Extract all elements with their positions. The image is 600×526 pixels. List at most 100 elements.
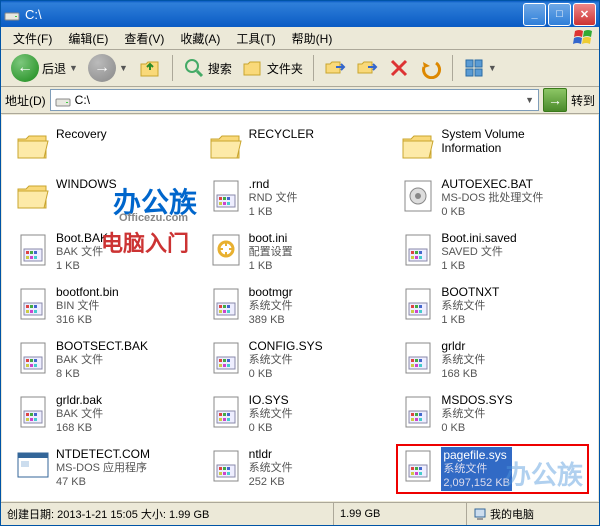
folders-button[interactable]: 文件夹 (238, 53, 307, 83)
menu-help[interactable]: 帮助(H) (284, 28, 341, 49)
file-item[interactable]: grldr.bakBAK 文件168 KB (11, 390, 204, 438)
file-item[interactable]: RECYCLER (204, 124, 397, 168)
file-icon (207, 285, 245, 323)
status-location: 我的电脑 (467, 503, 599, 525)
minimize-button[interactable]: _ (523, 3, 546, 26)
delete-button[interactable] (384, 53, 414, 83)
file-item[interactable]: IO.SYS系统文件0 KB (204, 390, 397, 438)
file-label: BOOTSECT.BAKBAK 文件8 KB (56, 339, 148, 381)
file-item[interactable]: WINDOWS (11, 174, 204, 222)
search-icon (183, 57, 205, 79)
chevron-down-icon: ▼ (488, 63, 497, 73)
views-icon (463, 57, 485, 79)
file-item[interactable]: bootfont.binBIN 文件316 KB (11, 282, 204, 330)
file-label: RECYCLER (249, 127, 314, 141)
file-icon (399, 447, 437, 485)
copy-to-icon (356, 57, 378, 79)
move-to-button[interactable] (320, 53, 350, 83)
drive-icon (55, 92, 71, 108)
back-icon: ← (11, 54, 39, 82)
address-path: C:\ (75, 93, 521, 107)
folder-icon (399, 127, 437, 165)
file-icon (14, 339, 52, 377)
file-icon (399, 339, 437, 377)
file-label: System Volume Information (441, 127, 586, 155)
file-label: Boot.BAKBAK 文件1 KB (56, 231, 108, 273)
file-item[interactable]: NTDETECT.COMMS-DOS 应用程序47 KB (11, 444, 204, 494)
file-list[interactable]: Recovery RECYCLER System Volume Informatio… (2, 115, 598, 501)
search-button[interactable]: 搜索 (179, 53, 236, 83)
up-button[interactable] (134, 53, 166, 83)
file-item[interactable]: pagefile.sys系统文件2,097,152 KB (396, 444, 589, 494)
file-label: AUTOEXEC.BATMS-DOS 批处理文件0 KB (441, 177, 543, 219)
file-item[interactable]: System Volume Information (396, 124, 589, 168)
file-icon (399, 177, 437, 215)
file-icon (14, 447, 52, 485)
file-item[interactable]: .rndRND 文件1 KB (204, 174, 397, 222)
file-icon (207, 231, 245, 269)
menu-favorites[interactable]: 收藏(A) (172, 28, 228, 49)
views-button[interactable]: ▼ (459, 53, 501, 83)
file-item[interactable]: MSDOS.SYS系统文件0 KB (396, 390, 589, 438)
file-label: grldr系统文件168 KB (441, 339, 485, 381)
file-label: pagefile.sys系统文件2,097,152 KB (441, 447, 512, 491)
undo-icon (420, 57, 442, 79)
statusbar: 创建日期: 2013-1-21 15:05 大小: 1.99 GB 1.99 G… (1, 502, 599, 525)
file-label: WINDOWS (56, 177, 117, 191)
address-field[interactable]: C:\ ▼ (50, 89, 539, 111)
titlebar: C:\ _ □ ✕ (1, 1, 599, 27)
menu-tools[interactable]: 工具(T) (228, 28, 283, 49)
file-label: bootfont.binBIN 文件316 KB (56, 285, 119, 327)
file-item[interactable]: bootmgr系统文件389 KB (204, 282, 397, 330)
chevron-down-icon: ▼ (69, 63, 78, 73)
move-to-icon (324, 57, 346, 79)
close-button[interactable]: ✕ (573, 3, 596, 26)
file-icon (207, 177, 245, 215)
forward-icon: → (88, 54, 116, 82)
file-icon (207, 339, 245, 377)
undo-button[interactable] (416, 53, 446, 83)
file-label: NTDETECT.COMMS-DOS 应用程序47 KB (56, 447, 150, 489)
folder-icon (207, 127, 245, 165)
file-label: BOOTNXT系统文件1 KB (441, 285, 499, 327)
back-button[interactable]: ← 后退 ▼ (7, 53, 82, 83)
address-label: 地址(D) (5, 92, 46, 109)
chevron-down-icon[interactable]: ▼ (525, 95, 534, 105)
windows-logo-icon (573, 29, 595, 47)
file-label: ntldr系统文件252 KB (249, 447, 293, 489)
folder-icon (14, 127, 52, 165)
file-label: MSDOS.SYS系统文件0 KB (441, 393, 512, 435)
menu-edit[interactable]: 编辑(E) (60, 28, 116, 49)
file-item[interactable]: BOOTNXT系统文件1 KB (396, 282, 589, 330)
window-title: C:\ (25, 7, 523, 22)
forward-button[interactable]: → ▼ (84, 53, 132, 83)
folder-icon (14, 177, 52, 215)
delete-icon (388, 57, 410, 79)
file-item[interactable]: Recovery (11, 124, 204, 168)
file-item[interactable]: ntldr系统文件252 KB (204, 444, 397, 494)
file-item[interactable]: AUTOEXEC.BATMS-DOS 批处理文件0 KB (396, 174, 589, 222)
go-label: 转到 (571, 92, 595, 109)
file-label: CONFIG.SYS系统文件0 KB (249, 339, 323, 381)
file-label: IO.SYS系统文件0 KB (249, 393, 293, 435)
drive-icon (4, 6, 20, 22)
addressbar: 地址(D) C:\ ▼ → 转到 (1, 87, 599, 114)
menu-view[interactable]: 查看(V) (116, 28, 172, 49)
file-item[interactable]: CONFIG.SYS系统文件0 KB (204, 336, 397, 384)
file-icon (14, 231, 52, 269)
menubar: 文件(F) 编辑(E) 查看(V) 收藏(A) 工具(T) 帮助(H) (1, 27, 599, 50)
file-label: Recovery (56, 127, 107, 141)
copy-to-button[interactable] (352, 53, 382, 83)
file-icon (14, 393, 52, 431)
file-item[interactable]: Boot.ini.savedSAVED 文件1 KB (396, 228, 589, 276)
file-item[interactable]: Boot.BAKBAK 文件1 KB (11, 228, 204, 276)
file-icon (399, 393, 437, 431)
go-button[interactable]: → (543, 88, 567, 112)
menu-file[interactable]: 文件(F) (5, 28, 60, 49)
file-item[interactable]: boot.ini配置设置1 KB (204, 228, 397, 276)
file-item[interactable]: BOOTSECT.BAKBAK 文件8 KB (11, 336, 204, 384)
maximize-button[interactable]: □ (548, 3, 571, 26)
file-item[interactable]: grldr系统文件168 KB (396, 336, 589, 384)
computer-icon (473, 507, 487, 521)
file-icon (399, 231, 437, 269)
